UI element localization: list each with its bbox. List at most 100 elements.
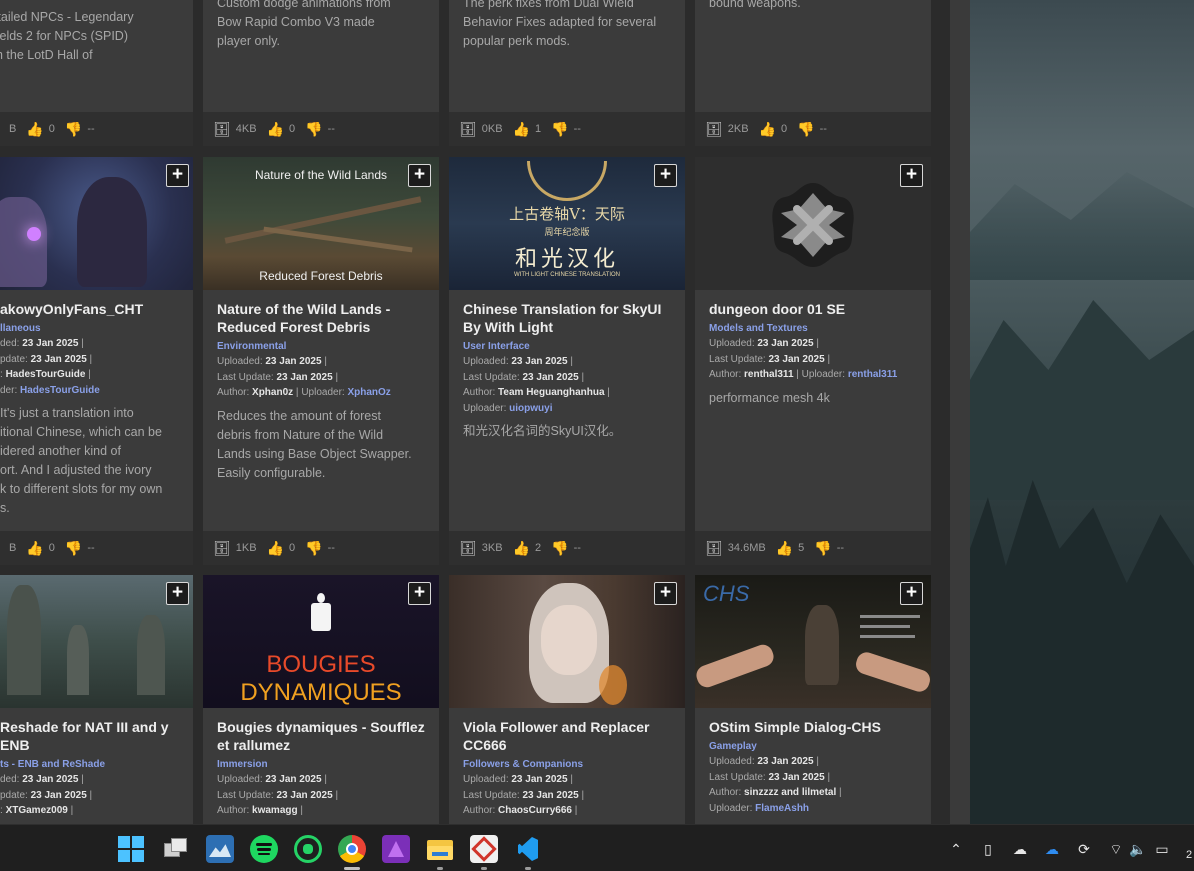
wifi-icon[interactable]: ⌔ xyxy=(1106,839,1126,859)
uploader-link[interactable]: renthal311 xyxy=(848,369,897,380)
photos-icon[interactable] xyxy=(206,835,234,863)
uploader-link[interactable]: XphanOz xyxy=(347,387,390,398)
mod-thumbnail[interactable]: Nature of the Wild Lands Reduced Forest … xyxy=(203,157,439,290)
thumbnail-caption-small: WITH LIGHT CHINESE TRANSLATION xyxy=(513,272,620,278)
mod-last-update: Last Update: 23 Jan 2025 | xyxy=(217,371,339,383)
like-button[interactable]: 👍 0 xyxy=(759,121,788,138)
add-to-collection-button[interactable]: + xyxy=(900,582,923,605)
dislike-button[interactable]: 👎 -- xyxy=(797,121,827,138)
thumbnail-caption-mid: 周年纪念版 xyxy=(544,227,590,237)
like-button[interactable]: 👍 1 xyxy=(513,121,542,138)
mod-uploaded: Uploaded: 23 Jan 2025 | xyxy=(463,356,573,367)
mod-title[interactable]: Viola Follower and Replacer CC666 xyxy=(463,718,677,754)
uploader-link[interactable]: FlameAshh xyxy=(755,803,809,814)
cloud-icon[interactable]: ☁ xyxy=(1010,839,1030,859)
like-button[interactable]: 👍 0 xyxy=(267,540,296,557)
spotify-icon[interactable] xyxy=(250,835,278,863)
mod-uploaded: ded: 23 Jan 2025 | xyxy=(0,774,84,785)
desktop-wallpaper xyxy=(970,0,1194,824)
add-to-collection-button[interactable]: + xyxy=(654,582,677,605)
dislike-button[interactable]: 👎 -- xyxy=(551,540,581,557)
mod-category[interactable]: ts - ENB and ReShade xyxy=(0,758,185,772)
like-button[interactable]: 👍 0 xyxy=(26,121,55,138)
volume-icon[interactable]: 🔈 xyxy=(1128,839,1148,859)
thumbnail-caption-line1: BOUGIES xyxy=(266,651,376,678)
dislike-button[interactable]: 👎 -- xyxy=(65,540,95,557)
uploader-link[interactable]: uiopwuyi xyxy=(509,403,552,414)
mod-title[interactable]: akowyOnlyFans_CHT xyxy=(0,300,185,318)
dislike-button[interactable]: 👎 -- xyxy=(305,121,335,138)
file-explorer-icon[interactable] xyxy=(426,835,454,863)
mod-thumbnail[interactable] xyxy=(0,157,193,290)
mod-category[interactable]: Gameplay xyxy=(709,740,923,754)
uploader-link[interactable]: HadesTourGuide xyxy=(20,385,100,396)
usb-drive-icon[interactable]: ▯ xyxy=(978,839,998,859)
like-button[interactable]: 👍 0 xyxy=(26,540,55,557)
task-view-icon[interactable] xyxy=(162,835,190,863)
page-scrollbar[interactable] xyxy=(950,0,970,824)
add-to-collection-button[interactable]: + xyxy=(654,164,677,187)
file-size-value: 0KB xyxy=(481,123,503,135)
mod-thumbnail[interactable]: 上古卷轴V：天际 周年纪念版 和光汉化 WITH LIGHT CHINESE T… xyxy=(449,157,685,290)
thumbnail-caption-bottom: Reduced Forest Debris xyxy=(259,269,383,283)
mod-title[interactable]: dungeon door 01 SE xyxy=(709,300,923,318)
like-button[interactable]: 👍 5 xyxy=(776,540,805,557)
mod-thumbnail[interactable]: BOUGIES DYNAMIQUES xyxy=(203,575,439,708)
candle-icon xyxy=(311,603,331,631)
dislike-button[interactable]: 👎 -- xyxy=(305,540,335,557)
mod-category[interactable]: llaneous xyxy=(0,322,185,336)
add-to-collection-button[interactable]: + xyxy=(166,582,189,605)
mod-category[interactable]: Models and Textures xyxy=(709,322,923,336)
add-to-collection-button[interactable]: + xyxy=(408,164,431,187)
thumbs-up-icon: 👍 xyxy=(758,120,777,137)
windows-start-icon[interactable] xyxy=(118,836,146,864)
vscode-icon[interactable] xyxy=(514,835,542,863)
thumbs-down-icon: 👎 xyxy=(64,539,83,556)
mod-description: It's just a translation into itional Chin… xyxy=(0,406,163,515)
taskbar: ⌃ ▯ ☁ ☁ ⟳ ⌔ 🔈 ▭ 2 xyxy=(0,824,1194,871)
add-to-collection-button[interactable]: + xyxy=(900,164,923,187)
thumbnail-caption-big: 和光汉化 xyxy=(514,247,619,272)
mod-category[interactable]: Immersion xyxy=(217,758,431,772)
mod-category[interactable]: Followers & Companions xyxy=(463,758,677,772)
dislike-button[interactable]: 👎 -- xyxy=(65,121,95,138)
card-footer: B 👍 0 👎 -- xyxy=(0,112,193,146)
dislike-button[interactable]: 👎 -- xyxy=(814,540,844,557)
mod-description: Reduces the amount of forest debris from … xyxy=(217,408,412,480)
add-to-collection-button[interactable]: + xyxy=(408,582,431,605)
clock-partial[interactable]: 2 xyxy=(1186,849,1192,861)
whatsapp-icon[interactable] xyxy=(294,835,322,863)
mod-author: : XTGamez009 | xyxy=(0,805,74,816)
chrome-icon[interactable] xyxy=(338,835,366,863)
chevron-up-icon[interactable]: ⌃ xyxy=(946,839,966,859)
mod-title[interactable]: OStim Simple Dialog-CHS xyxy=(709,718,923,736)
file-size-value: 3KB xyxy=(481,542,503,554)
mod-thumbnail[interactable]: CHS xyxy=(695,575,931,708)
mod-category[interactable]: User Interface xyxy=(463,340,677,354)
mod-description: Custom dodge animations from Bow Rapid Co… xyxy=(217,0,391,48)
sync-icon[interactable]: ⟳ xyxy=(1074,839,1094,859)
file-size-value: 4KB xyxy=(235,123,257,135)
add-to-collection-button[interactable]: + xyxy=(166,164,189,187)
mod-uploaded: Uploaded: 23 Jan 2025 | xyxy=(709,756,819,767)
thumbnail-caption-top: 上古卷轴V：天际 xyxy=(509,205,625,223)
like-button[interactable]: 👍 2 xyxy=(513,540,542,557)
red-app-icon[interactable] xyxy=(470,835,498,863)
mod-thumbnail[interactable] xyxy=(449,575,685,708)
dislike-button[interactable]: 👎 -- xyxy=(551,121,581,138)
red-app-open-indicator xyxy=(481,867,487,870)
battery-icon[interactable]: ▭ xyxy=(1152,839,1172,859)
like-button[interactable]: 👍 0 xyxy=(267,121,296,138)
mod-card: 上古卷轴V：天际 周年纪念版 和光汉化 WITH LIGHT CHINESE T… xyxy=(449,157,685,565)
thumbs-up-icon: 👍 xyxy=(512,539,531,556)
card-footer: 🗄 2KB 👍 0 👎 -- xyxy=(695,112,931,146)
affinity-icon[interactable] xyxy=(382,835,410,863)
mod-title[interactable]: Nature of the Wild Lands - Reduced Fores… xyxy=(217,300,431,336)
mod-title[interactable]: Bougies dynamiques - Soufflez et rallume… xyxy=(217,718,431,754)
mod-title[interactable]: Chinese Translation for SkyUI By With Li… xyxy=(463,300,677,336)
mod-title[interactable]: Reshade for NAT III and y ENB xyxy=(0,718,185,754)
onedrive-icon[interactable]: ☁ xyxy=(1042,839,1062,859)
mod-thumbnail[interactable] xyxy=(0,575,193,708)
mod-thumbnail[interactable] xyxy=(695,157,931,290)
mod-category[interactable]: Environmental xyxy=(217,340,431,354)
